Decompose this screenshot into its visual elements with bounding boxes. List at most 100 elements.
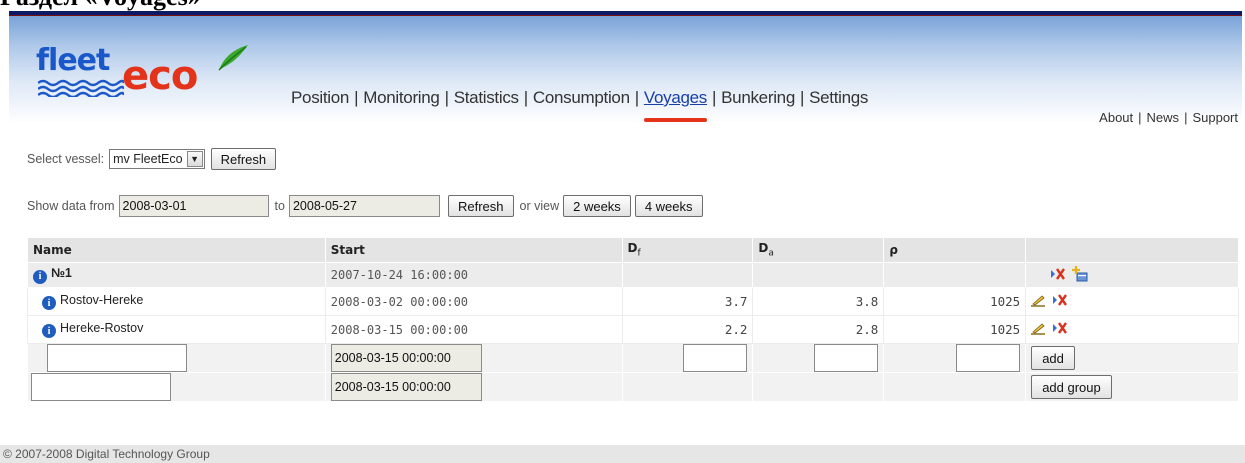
voyage-name-cell: i Hereke-Rostov — [27, 315, 326, 344]
date-to-input[interactable]: 2008-05-27 — [288, 195, 440, 217]
nav-separator: | — [354, 88, 359, 107]
nav-about[interactable]: About — [1099, 110, 1133, 125]
info-icon[interactable]: i — [42, 296, 56, 311]
select-arrow-icon[interactable]: ▼ — [186, 151, 203, 167]
col-header-start[interactable]: Start — [324, 237, 623, 263]
da-symbol: D — [758, 241, 769, 256]
delete-icon[interactable] — [1052, 321, 1068, 335]
add-voyage-button[interactable]: add — [1031, 346, 1075, 370]
voyage-actions-cell — [1025, 315, 1239, 344]
voyage-actions-cell — [1025, 287, 1239, 316]
voyage-name[interactable]: Hereke-Rostov — [60, 321, 143, 335]
new-group-start-cell: 2008-03-15 00:00:00 — [324, 372, 623, 402]
waves-icon — [38, 79, 124, 97]
group-rho-cell — [883, 262, 1027, 288]
col-header-actions — [1025, 237, 1239, 263]
voyage-da-cell: 3.8 — [752, 287, 885, 316]
info-icon[interactable]: i — [42, 324, 56, 339]
voyage-name[interactable]: Rostov-Hereke — [60, 293, 143, 307]
edit-icon[interactable] — [1030, 321, 1046, 335]
logo-word-eco: eco — [122, 53, 198, 99]
nav-statistics[interactable]: Statistics — [454, 88, 519, 108]
new-group-start-input[interactable]: 2008-03-15 00:00:00 — [330, 373, 482, 401]
nav-bunkering[interactable]: Bunkering — [721, 88, 795, 108]
add-group-button[interactable]: add group — [1031, 375, 1112, 399]
four-weeks-button[interactable]: 4 weeks — [634, 195, 703, 217]
new-voyage-rho-cell — [883, 343, 1027, 373]
nav-separator: | — [634, 88, 639, 107]
vessel-refresh-button[interactable]: Refresh — [210, 148, 277, 170]
vessel-select[interactable]: mv FleetEco ▼ — [109, 149, 205, 169]
col-header-da[interactable]: Da — [752, 237, 885, 263]
new-voyage-df-input[interactable] — [683, 344, 748, 372]
add-voyage-icon[interactable] — [1072, 266, 1088, 282]
select-vessel-label: Select vessel: — [27, 152, 105, 166]
new-voyage-df-cell — [621, 343, 754, 373]
nav-voyages-label: Voyages — [643, 88, 707, 107]
nav-monitoring[interactable]: Monitoring — [363, 88, 440, 108]
two-weeks-button[interactable]: 2 weeks — [563, 195, 631, 217]
voyage-start-cell: 2008-03-15 00:00:00 — [324, 315, 623, 344]
edit-icon[interactable] — [1030, 293, 1046, 307]
voyage-df-cell: 2.2 — [621, 315, 754, 344]
nav-separator: | — [444, 88, 449, 107]
new-group-da-cell — [752, 372, 885, 402]
new-voyage-name-cell — [27, 343, 326, 373]
date-filter-row: Show data from 2008-03-01 to 2008-05-27 … — [27, 194, 703, 218]
voyage-row: i Rostov-Hereke 2008-03-02 00:00:00 3.7 3… — [27, 287, 1239, 316]
nav-settings[interactable]: Settings — [809, 88, 868, 108]
voyage-start-cell: 2008-03-02 00:00:00 — [324, 287, 623, 316]
voyage-group-row: i №1 2007-10-24 16:00:00 — [27, 262, 1239, 288]
date-refresh-button[interactable]: Refresh — [447, 195, 514, 217]
nav-separator: | — [523, 88, 528, 107]
df-subscript: f — [637, 248, 641, 259]
nav-separator: | — [1184, 110, 1188, 125]
new-voyage-name-input[interactable] — [47, 344, 187, 372]
group-start-cell: 2007-10-24 16:00:00 — [324, 262, 623, 288]
voyage-rho-cell: 1025 — [883, 315, 1027, 344]
new-group-name-cell — [27, 372, 326, 402]
nav-news[interactable]: News — [1147, 110, 1180, 125]
new-voyage-da-input[interactable] — [814, 344, 879, 372]
col-header-rho[interactable]: ρ — [883, 237, 1027, 263]
aux-navigation: About | News | Support — [1099, 110, 1238, 125]
nav-separator: | — [1138, 110, 1142, 125]
voyage-da-cell: 2.8 — [752, 315, 885, 344]
nav-separator: | — [712, 88, 717, 107]
date-from-input[interactable]: 2008-03-01 — [118, 195, 269, 217]
new-voyage-actions-cell: add — [1025, 343, 1239, 373]
logo-word-fleet: fleet — [36, 43, 110, 78]
voyage-row: i Hereke-Rostov 2008-03-15 00:00:00 2.2 2… — [27, 315, 1239, 344]
nav-position[interactable]: Position — [291, 88, 349, 108]
leaf-icon — [218, 45, 248, 71]
nav-separator: | — [799, 88, 805, 107]
new-group-rho-cell — [883, 372, 1027, 402]
nav-support[interactable]: Support — [1192, 110, 1238, 125]
info-icon[interactable]: i — [33, 269, 47, 284]
new-group-actions-cell: add group — [1025, 372, 1239, 402]
main-navigation: Position | Monitoring | Statistics | Consumpti… — [291, 88, 868, 122]
site-header: fleet eco Position | Monitoring | Statistics… — [9, 16, 1242, 125]
group-name[interactable]: №1 — [51, 266, 72, 280]
delete-icon[interactable] — [1052, 293, 1068, 307]
active-tab-indicator — [643, 118, 707, 122]
group-actions-cell — [1025, 262, 1239, 288]
nav-voyages[interactable]: Voyages — [643, 88, 707, 122]
voyage-name-cell: i Rostov-Hereke — [27, 287, 326, 316]
new-voyage-row: 2008-03-15 00:00:00 add — [27, 343, 1239, 373]
col-header-name[interactable]: Name — [27, 237, 326, 263]
new-voyage-rho-input[interactable] — [956, 344, 1021, 372]
voyage-df-cell: 3.7 — [621, 287, 754, 316]
new-voyage-start-input[interactable]: 2008-03-15 00:00:00 — [330, 344, 482, 372]
show-data-from-label: Show data from — [27, 199, 115, 213]
vessel-selector-row: Select vessel: mv FleetEco ▼ Refresh — [27, 148, 277, 170]
date-to-label: to — [274, 199, 285, 213]
group-name-cell: i №1 — [27, 262, 326, 288]
col-header-df[interactable]: Df — [621, 237, 754, 263]
nav-consumption[interactable]: Consumption — [533, 88, 630, 108]
or-view-label: or view — [519, 199, 560, 213]
new-group-row: 2008-03-15 00:00:00 add group — [27, 372, 1239, 402]
new-voyage-da-cell — [752, 343, 885, 373]
new-group-name-input[interactable] — [31, 373, 171, 401]
delete-icon[interactable] — [1050, 267, 1066, 281]
